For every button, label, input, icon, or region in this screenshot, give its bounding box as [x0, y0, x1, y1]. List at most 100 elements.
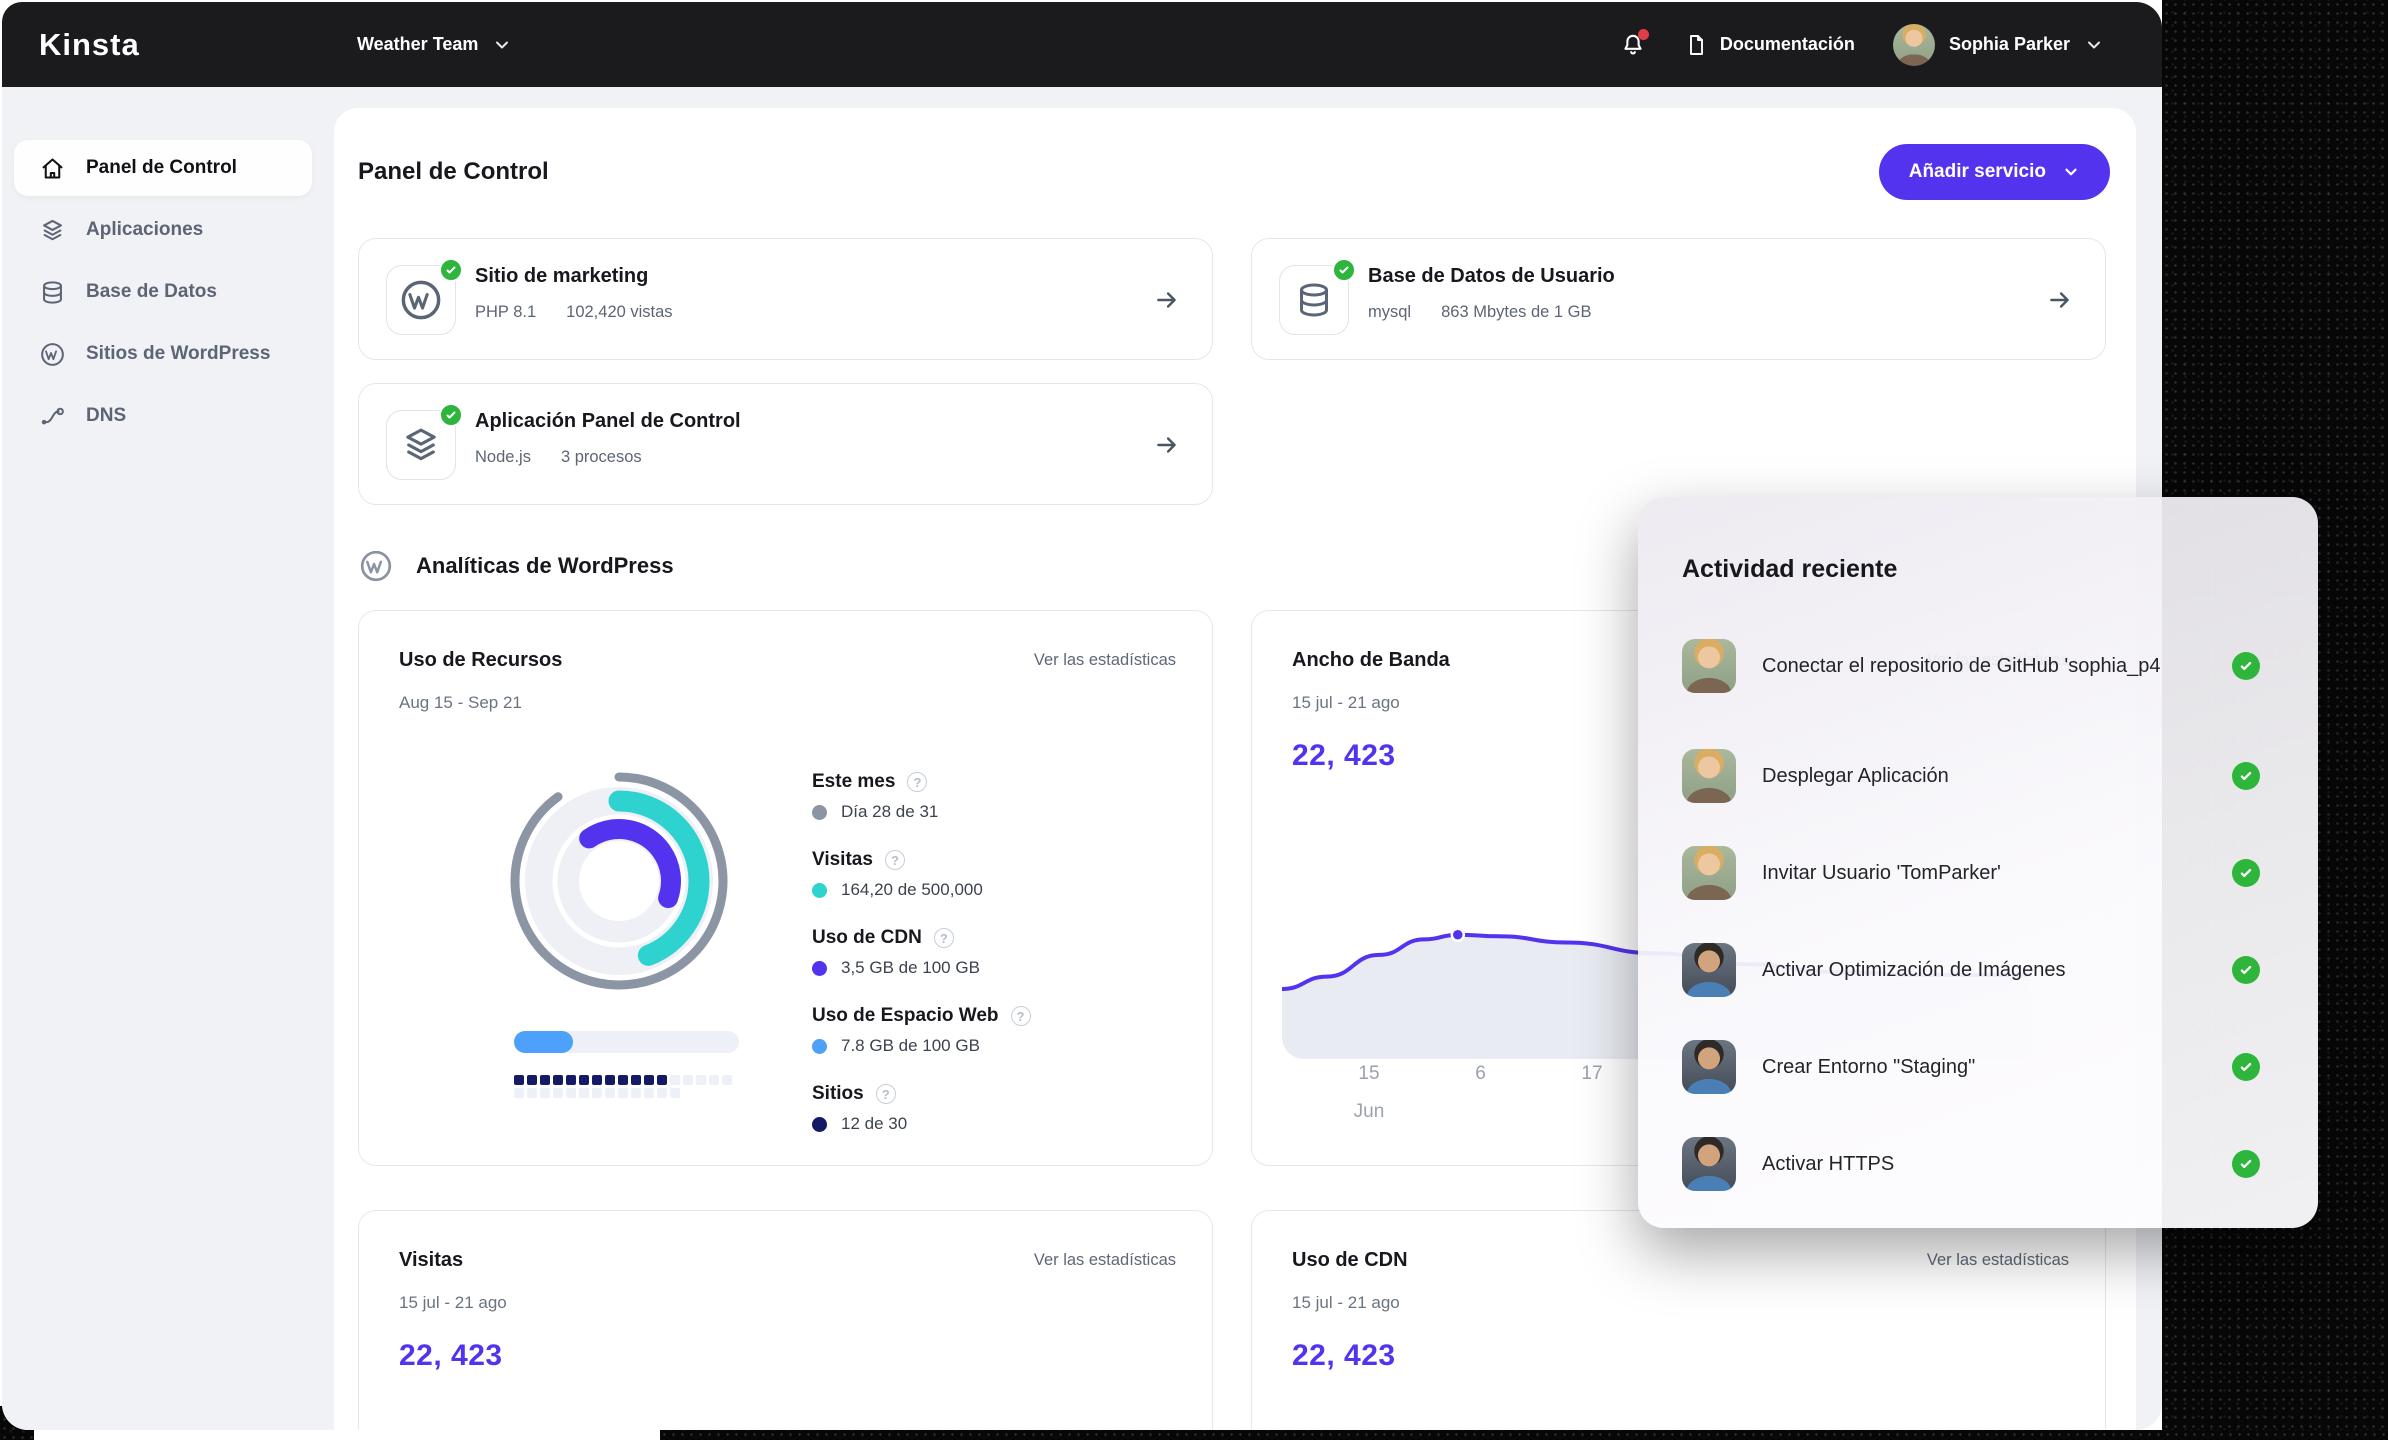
sidebar-item-label: Sitios de WordPress — [86, 343, 270, 365]
legend-dot — [812, 805, 827, 820]
help-icon[interactable]: ? — [907, 772, 927, 792]
card-title: Uso de Recursos — [399, 649, 562, 672]
site-slot — [527, 1088, 537, 1098]
add-service-button[interactable]: Añadir servicio — [1879, 144, 2110, 200]
arrow-right-icon[interactable] — [1154, 432, 1180, 463]
recent-activity-title: Actividad reciente — [1682, 555, 1897, 584]
legend-group: Visitas?164,20 de 500,000 — [812, 849, 1031, 900]
service-card-marketing-site[interactable]: Sitio de marketing PHP 8.1 102,420 vista… — [358, 238, 1213, 360]
month-label: Jun — [1354, 1101, 1385, 1123]
user-avatar — [1893, 24, 1935, 66]
arrow-right-icon[interactable] — [1154, 287, 1180, 318]
activity-item[interactable]: Crear Entorno "Staging" — [1682, 1031, 2278, 1103]
activity-item[interactable]: Invitar Usuario 'TomParker' — [1682, 837, 2278, 909]
sidebar-item-base-de-datos[interactable]: Base de Datos — [14, 264, 312, 320]
legend-title: Sitios — [812, 1083, 864, 1105]
site-slot — [592, 1075, 602, 1085]
recent-activity-list: Conectar el repositorio de GitHub 'sophi… — [1682, 617, 2278, 1198]
add-service-label: Añadir servicio — [1909, 161, 2046, 183]
date-range: 15 jul - 21 ago — [1292, 693, 1400, 713]
home-icon — [39, 155, 66, 182]
service-card-dashboard-app[interactable]: Aplicación Panel de Control Node.js 3 pr… — [358, 383, 1213, 505]
activity-item[interactable]: Desplegar Aplicación — [1682, 740, 2278, 812]
site-slot — [527, 1075, 537, 1085]
wordpress-icon — [39, 341, 66, 368]
documentation-label: Documentación — [1720, 34, 1855, 55]
activity-label: Invitar Usuario 'TomParker' — [1762, 859, 2001, 888]
service-meta-stat: 3 procesos — [561, 448, 642, 467]
activity-label: Activar Optimización de Imágenes — [1762, 956, 2065, 985]
help-icon[interactable]: ? — [1011, 1006, 1031, 1026]
sidebar-item-sitios-de-wordpress[interactable]: Sitios de WordPress — [14, 326, 312, 382]
team-name: Weather Team — [357, 34, 478, 55]
wordpress-icon — [398, 277, 444, 323]
card-title: Visitas — [399, 1249, 463, 1272]
site-slot — [618, 1088, 628, 1098]
dns-icon — [39, 403, 66, 430]
notifications-button[interactable] — [1620, 32, 1646, 58]
wordpress-icon — [358, 548, 394, 584]
help-icon[interactable]: ? — [876, 1084, 896, 1104]
site-slot — [514, 1088, 524, 1098]
documentation-link[interactable]: Documentación — [1684, 33, 1855, 57]
sidebar-item-panel-de-control[interactable]: Panel de Control — [14, 140, 312, 196]
sidebar-item-aplicaciones[interactable]: Aplicaciones — [14, 202, 312, 258]
site-slot — [722, 1075, 732, 1085]
layers-icon — [400, 424, 442, 466]
site-slot — [657, 1075, 667, 1085]
avatar — [1682, 1040, 1736, 1094]
activity-item[interactable]: Activar Optimización de Imágenes — [1682, 934, 2278, 1006]
site-slot — [553, 1088, 563, 1098]
sidebar-item-label: Base de Datos — [86, 281, 217, 303]
site-slot — [670, 1075, 680, 1085]
activity-item[interactable]: Activar HTTPS — [1682, 1128, 2278, 1200]
sites-usage-squares — [514, 1075, 738, 1098]
help-icon[interactable]: ? — [934, 928, 954, 948]
service-meta-stat: 102,420 vistas — [566, 303, 672, 322]
site-slot — [605, 1075, 615, 1085]
site-slot — [579, 1075, 589, 1085]
service-name: Base de Datos de Usuario — [1368, 265, 1615, 288]
kinsta-logo: Kinsta — [39, 27, 140, 63]
x-tick-label: 6 — [1475, 1063, 1486, 1085]
user-name: Sophia Parker — [1949, 34, 2070, 55]
activity-item[interactable]: Conectar el repositorio de GitHub 'sophi… — [1682, 617, 2278, 715]
service-icon-tile — [386, 265, 456, 335]
site-slot — [553, 1075, 563, 1085]
view-stats-link[interactable]: Ver las estadísticas — [1927, 1251, 2069, 1270]
site-slot — [540, 1075, 550, 1085]
arrow-right-icon[interactable] — [2047, 287, 2073, 318]
check-icon — [2232, 859, 2260, 887]
webspace-progress-bar — [514, 1031, 739, 1053]
site-slot — [631, 1075, 641, 1085]
service-meta-stat: 863 Mbytes de 1 GB — [1441, 303, 1591, 322]
chevron-down-icon — [2062, 163, 2080, 181]
site-slot — [514, 1075, 524, 1085]
resources-card: Uso de Recursos Ver las estadísticas Aug… — [358, 610, 1213, 1166]
sidebar-item-label: DNS — [86, 405, 126, 427]
database-icon — [39, 279, 66, 306]
service-card-user-database[interactable]: Base de Datos de Usuario mysql 863 Mbyte… — [1251, 238, 2106, 360]
visits-total: 22, 423 — [399, 1339, 503, 1373]
legend-value: 3,5 GB de 100 GB — [841, 958, 980, 978]
service-meta-runtime: PHP 8.1 — [475, 303, 536, 322]
activity-label: Activar HTTPS — [1762, 1150, 1894, 1179]
view-stats-link[interactable]: Ver las estadísticas — [1034, 651, 1176, 670]
visits-card: Visitas Ver las estadísticas 15 jul - 21… — [358, 1210, 1213, 1430]
date-range: Aug 15 - Sep 21 — [399, 693, 522, 713]
legend-group: Uso de Espacio Web?7.8 GB de 100 GB — [812, 1005, 1031, 1056]
team-switcher[interactable]: Weather Team — [357, 34, 512, 55]
sidebar-item-label: Panel de Control — [86, 157, 237, 179]
site-slot — [696, 1075, 706, 1085]
legend-value: Día 28 de 31 — [841, 802, 938, 822]
date-range: 15 jul - 21 ago — [399, 1293, 507, 1313]
help-icon[interactable]: ? — [885, 850, 905, 870]
legend-title: Uso de Espacio Web — [812, 1005, 999, 1027]
user-menu[interactable]: Sophia Parker — [1893, 24, 2104, 66]
legend-title: Visitas — [812, 849, 873, 871]
view-stats-link[interactable]: Ver las estadísticas — [1034, 1251, 1176, 1270]
sidebar: Panel de Control Aplicaciones Base de Dato… — [2, 87, 336, 1430]
site-slot — [566, 1088, 576, 1098]
sidebar-item-dns[interactable]: DNS — [14, 388, 312, 444]
recent-activity-panel: Actividad reciente Conectar el repositor… — [1638, 497, 2318, 1228]
